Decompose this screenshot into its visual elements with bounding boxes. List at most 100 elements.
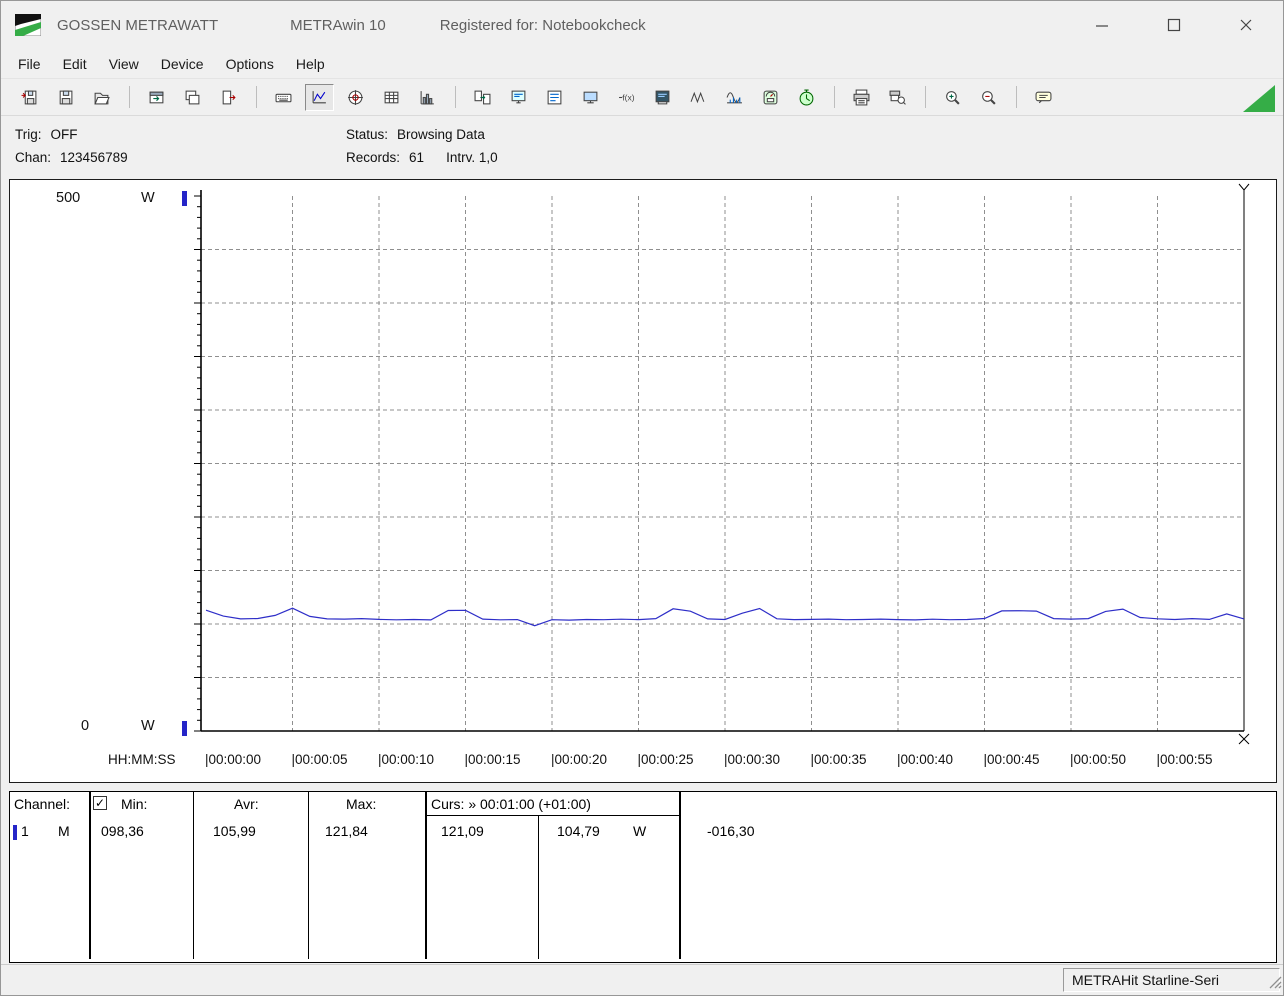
channel-number: 1	[21, 823, 29, 839]
minimize-icon	[1096, 25, 1108, 27]
zoom-out-button[interactable]	[974, 84, 1003, 111]
y-axis-unit-top: W	[141, 190, 155, 206]
print-preview-button[interactable]	[883, 84, 912, 111]
toolbar-separator	[129, 86, 130, 108]
timer-button[interactable]	[792, 84, 821, 111]
x-tick-label: |00:00:05	[291, 752, 348, 767]
waveform-icon	[690, 91, 705, 103]
values-panel: Channel: Min: Avr: Max: Curs: » 00:01:00…	[9, 791, 1277, 963]
y-axis-min-label: 0	[81, 718, 90, 734]
column-divider	[308, 792, 309, 959]
maximize-button[interactable]	[1159, 10, 1189, 40]
x-tick-label: |00:00:00	[205, 752, 262, 767]
display-button[interactable]	[648, 84, 677, 111]
maximize-icon	[1167, 18, 1181, 32]
harmonics-button[interactable]	[720, 84, 749, 111]
device-status-box: METRAHit Starline-Seri	[1063, 968, 1280, 992]
keyboard-button[interactable]	[269, 84, 298, 111]
display-icon	[655, 90, 670, 104]
table-view-button[interactable]	[377, 84, 406, 111]
device-list-button[interactable]	[540, 84, 569, 111]
avr-column-header: Avr:	[234, 796, 259, 812]
keyboard-icon	[275, 93, 292, 102]
menu-item-help[interactable]: Help	[285, 51, 336, 77]
export-file-button[interactable]	[15, 84, 44, 111]
column-divider	[679, 792, 681, 959]
title-brand: GOSSEN METRAWATT	[57, 16, 219, 34]
channel-column-header: Channel:	[14, 796, 71, 812]
scope-view-icon	[348, 89, 363, 105]
channel-range-marker-bottom[interactable]	[182, 721, 187, 736]
channel-color-marker	[13, 825, 17, 840]
zoom-out-icon	[982, 90, 996, 105]
device-list-icon	[547, 90, 562, 104]
save-icon	[59, 90, 73, 104]
print-preview-icon	[889, 90, 906, 105]
scope-view-button[interactable]	[341, 84, 370, 111]
table-view-icon	[384, 91, 399, 103]
waveform-button[interactable]	[684, 84, 713, 111]
min-value: 098,36	[101, 823, 144, 839]
import-window-button[interactable]	[142, 84, 171, 111]
app-logo-icon	[15, 14, 41, 36]
transfer-button[interactable]	[468, 84, 497, 111]
x-tick-label: |00:00:15	[464, 752, 521, 767]
toolbar-separator	[925, 86, 926, 108]
cursor-delta-value: -016,30	[707, 823, 755, 839]
device-config-button[interactable]	[504, 84, 533, 111]
window-controls	[1087, 10, 1261, 40]
toolbar-separator	[455, 86, 456, 108]
column-divider	[193, 792, 194, 959]
channel-visible-checkbox[interactable]	[93, 796, 107, 810]
minimize-button[interactable]	[1087, 10, 1117, 40]
toolbar-separator	[1016, 86, 1017, 108]
annotation-icon	[1035, 91, 1052, 103]
x-tick-label: |00:00:10	[378, 752, 435, 767]
histogram-view-icon	[420, 90, 434, 104]
menu-item-options[interactable]: Options	[215, 51, 285, 77]
trigger-status: Trig: OFF	[15, 127, 78, 142]
save-button[interactable]	[51, 84, 80, 111]
channel-mode: M	[58, 823, 70, 839]
max-column-header: Max:	[346, 796, 377, 812]
transfer-icon	[474, 90, 491, 104]
copy-window-icon	[185, 90, 200, 104]
meter-button[interactable]	[756, 84, 785, 111]
resize-grip[interactable]	[1266, 973, 1282, 994]
histogram-view-button[interactable]	[413, 84, 442, 111]
info-bar: Trig: OFF Chan: 123456789 Status: Browsing …	[1, 116, 1283, 179]
print-button[interactable]	[847, 84, 876, 111]
records-status: Records: 61 Intrv. 1,0	[346, 150, 498, 165]
x-axis-labels: HH:MM:SS |00:00:00 |00:00:05 |00:00:10 |00:…	[10, 752, 1276, 776]
menu-item-view[interactable]: View	[98, 51, 150, 77]
close-icon	[1240, 19, 1252, 31]
min-column-header: Min:	[121, 796, 148, 812]
max-value: 121,84	[325, 823, 368, 839]
function-icon: f(x)	[619, 92, 635, 102]
chart-panel: 500 W 0 W HH:MM:SS |00:00:00 |00:00:05 |00…	[9, 179, 1277, 783]
channel-status: Chan: 123456789	[15, 150, 128, 165]
line-chart-icon	[312, 90, 326, 103]
zoom-in-button[interactable]	[938, 84, 967, 111]
close-button[interactable]	[1231, 10, 1261, 40]
function-button[interactable]: f(x)	[612, 84, 641, 111]
menu-item-device[interactable]: Device	[150, 51, 215, 77]
exit-button[interactable]	[214, 84, 243, 111]
svg-text:f(x): f(x)	[622, 92, 634, 102]
menu-item-file[interactable]: File	[7, 51, 52, 77]
chart-plot-area[interactable]	[10, 180, 1276, 782]
status-bar: METRAHit Starline-Seri	[1, 964, 1283, 995]
menu-item-edit[interactable]: Edit	[52, 51, 98, 77]
copy-window-button[interactable]	[178, 84, 207, 111]
monitor-button[interactable]	[576, 84, 605, 111]
device-config-icon	[511, 90, 526, 103]
zoom-in-icon	[946, 90, 960, 105]
annotation-button[interactable]	[1029, 84, 1058, 111]
y-axis-max-label: 500	[56, 190, 81, 206]
open-file-button[interactable]	[87, 84, 116, 111]
line-chart-button[interactable]	[305, 83, 334, 111]
meter-icon	[763, 90, 778, 104]
channel-range-marker-top[interactable]	[182, 191, 187, 206]
import-window-icon	[149, 91, 164, 103]
title-bar: GOSSEN METRAWATT METRAwin 10 Registered …	[1, 1, 1283, 49]
